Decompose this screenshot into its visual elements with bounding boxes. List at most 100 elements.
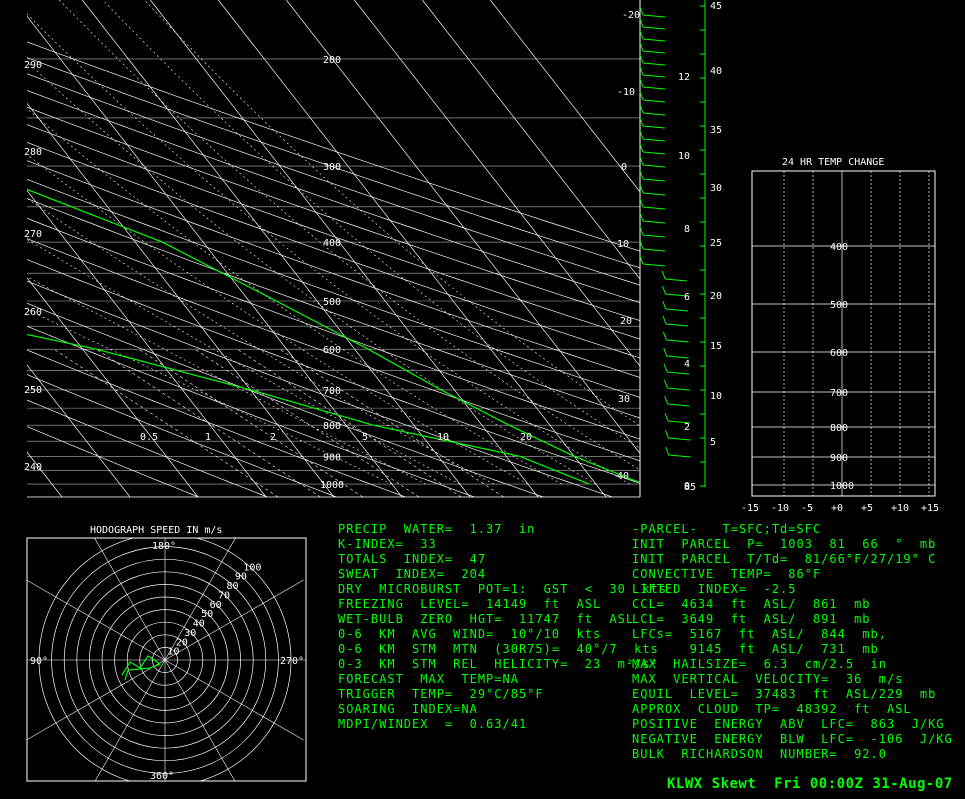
wind-barb [642,50,666,54]
temp-label: 20 [620,316,632,327]
dry-adiabat-line [27,178,640,398]
temp-label: 30 [618,394,630,405]
hodograph-ring-label: 90 [235,572,247,583]
mixing-ratio-label: 20 [520,432,532,443]
index-line: 9145 ft ASL/ 731 mb [632,642,879,656]
hodograph-ring-label: 30 [184,628,196,639]
wind-barb [666,339,689,343]
mixing-ratio-label: 0.5 [140,432,158,443]
wind-barb [642,99,666,103]
wind-barb [642,248,666,252]
hodograph-dir-360: 360° [150,771,174,782]
index-line: CCL= 4634 ft ASL/ 861 mb [632,597,871,611]
temp-label: 10 [617,239,629,250]
temp-change-p-label-900: 900 [830,453,848,464]
mixing-ratio-label: 10 [437,432,449,443]
pressure-label-800: 800 [323,421,341,432]
wind-barb [642,206,666,210]
isotherm-line [27,364,131,497]
temp-change-x-label: -15 [741,503,759,514]
wind-barb [642,74,666,78]
hodograph-ring-label: 70 [218,590,230,601]
wind-barb-flag [661,270,666,280]
temp-change-frame [751,170,936,497]
index-line: LCL= 3649 ft ASL/ 891 mb [632,612,871,626]
index-line: POSITIVE ENERGY ABV LFC= 863 J/KG [632,717,945,731]
theta-label-250: 250 [24,385,42,396]
isotherm-line [27,102,335,497]
mixing-ratio-line [237,348,462,497]
index-line: SOARING INDEX=NA [338,702,478,716]
mixing-ratio-line [53,348,279,497]
height-kft-label-35: 35 [710,125,722,136]
wind-barb [642,220,666,224]
index-line: MAX HAILSIZE= 6.3 cm/2.5 in [632,657,887,671]
temp-change-p-label-700: 700 [830,388,848,399]
wind-barb [642,62,666,66]
dry-adiabat-line [27,238,640,462]
height-km-label-2: 2 [684,422,690,433]
height-kft-label-20: 20 [710,291,722,302]
index-line: MDPI/WINDEX = 0.63/41 [338,717,528,731]
wind-barb-flag [665,446,670,456]
mixing-ratio-line [279,348,504,497]
index-line: TOTALS INDEX= 47 [338,552,487,566]
wind-barb [642,38,666,42]
hodograph-ring-label: 80 [226,581,238,592]
index-line: LIFTED INDEX= -2.5 [632,582,797,596]
mixing-ratio-line [96,348,321,497]
index-line: 0-6 KM AVG WIND= 10°/10 kts [338,627,602,641]
index-line: CONVECTIVE TEMP= 86°F [632,567,822,581]
hodograph-spoke [27,579,166,661]
index-line: LFCs= 5167 ft ASL/ 844 mb, [632,627,887,641]
mixing-ratio-line [194,348,420,497]
hodograph-dir-180: 180° [152,541,176,552]
height-kft-label-5: 5 [710,437,716,448]
temp-change-p-label-500: 500 [830,300,848,311]
pressure-label-1000: 1000 [320,480,344,491]
wind-barb [642,178,666,182]
height-kft-label-25: 25 [710,238,722,249]
wind-barb [665,308,688,312]
wind-barb [642,112,666,116]
temp-change-p-label-600: 600 [830,348,848,359]
wind-barb [642,138,666,142]
temp-change-x-label: +5 [861,503,873,514]
index-line: INIT PARCEL P= 1003 81 66 ° mb [632,537,937,551]
wind-barb [642,192,666,196]
dry-adiabat-line [27,325,475,497]
wind-barb-flag [664,395,669,405]
wind-barb [642,234,666,238]
wind-barb-flag [662,331,667,341]
station-footer: KLWX Skewt Fri 00:00Z 31-Aug-07 [667,776,953,792]
index-line: INIT PARCEL T/Td= 81/66°F/27/19° C [632,552,937,566]
pressure-label-200: 200 [323,55,341,66]
bottom-height-label: 85 [684,482,696,493]
temp-change-title: 24 HR TEMP CHANGE [782,157,885,168]
height-km-label-12: 12 [678,72,690,83]
temp-label: 0 [621,162,627,173]
pressure-label-700: 700 [323,386,341,397]
hodograph-ring-label: 40 [193,619,205,630]
wind-barb-flag [663,347,668,357]
hodograph-ring-label: 20 [176,637,188,648]
hodograph-spoke [164,659,304,741]
wind-barb [642,14,666,18]
wind-barb [667,403,690,407]
dry-adiabat-line [27,280,613,497]
index-line: PRECIP WATER= 1.37 in [338,522,536,536]
temp-change-p-label-1000: 1000 [830,481,854,492]
temp-change-x-label: +10 [891,503,909,514]
pressure-label-900: 900 [323,452,341,463]
theta-label-290: 290 [24,60,42,71]
theta-label-240: 240 [24,462,42,473]
hodograph-spoke [27,659,166,741]
wind-barb [642,86,666,90]
pressure-label-500: 500 [323,297,341,308]
wind-barb [642,26,666,30]
temp-change-x-label: -5 [801,503,813,514]
index-line: MAX VERTICAL VELOCITY= 36 m/s [632,672,904,686]
skewt-grid [27,0,640,497]
theta-label-270: 270 [24,229,42,240]
hodograph-spoke [164,659,236,781]
